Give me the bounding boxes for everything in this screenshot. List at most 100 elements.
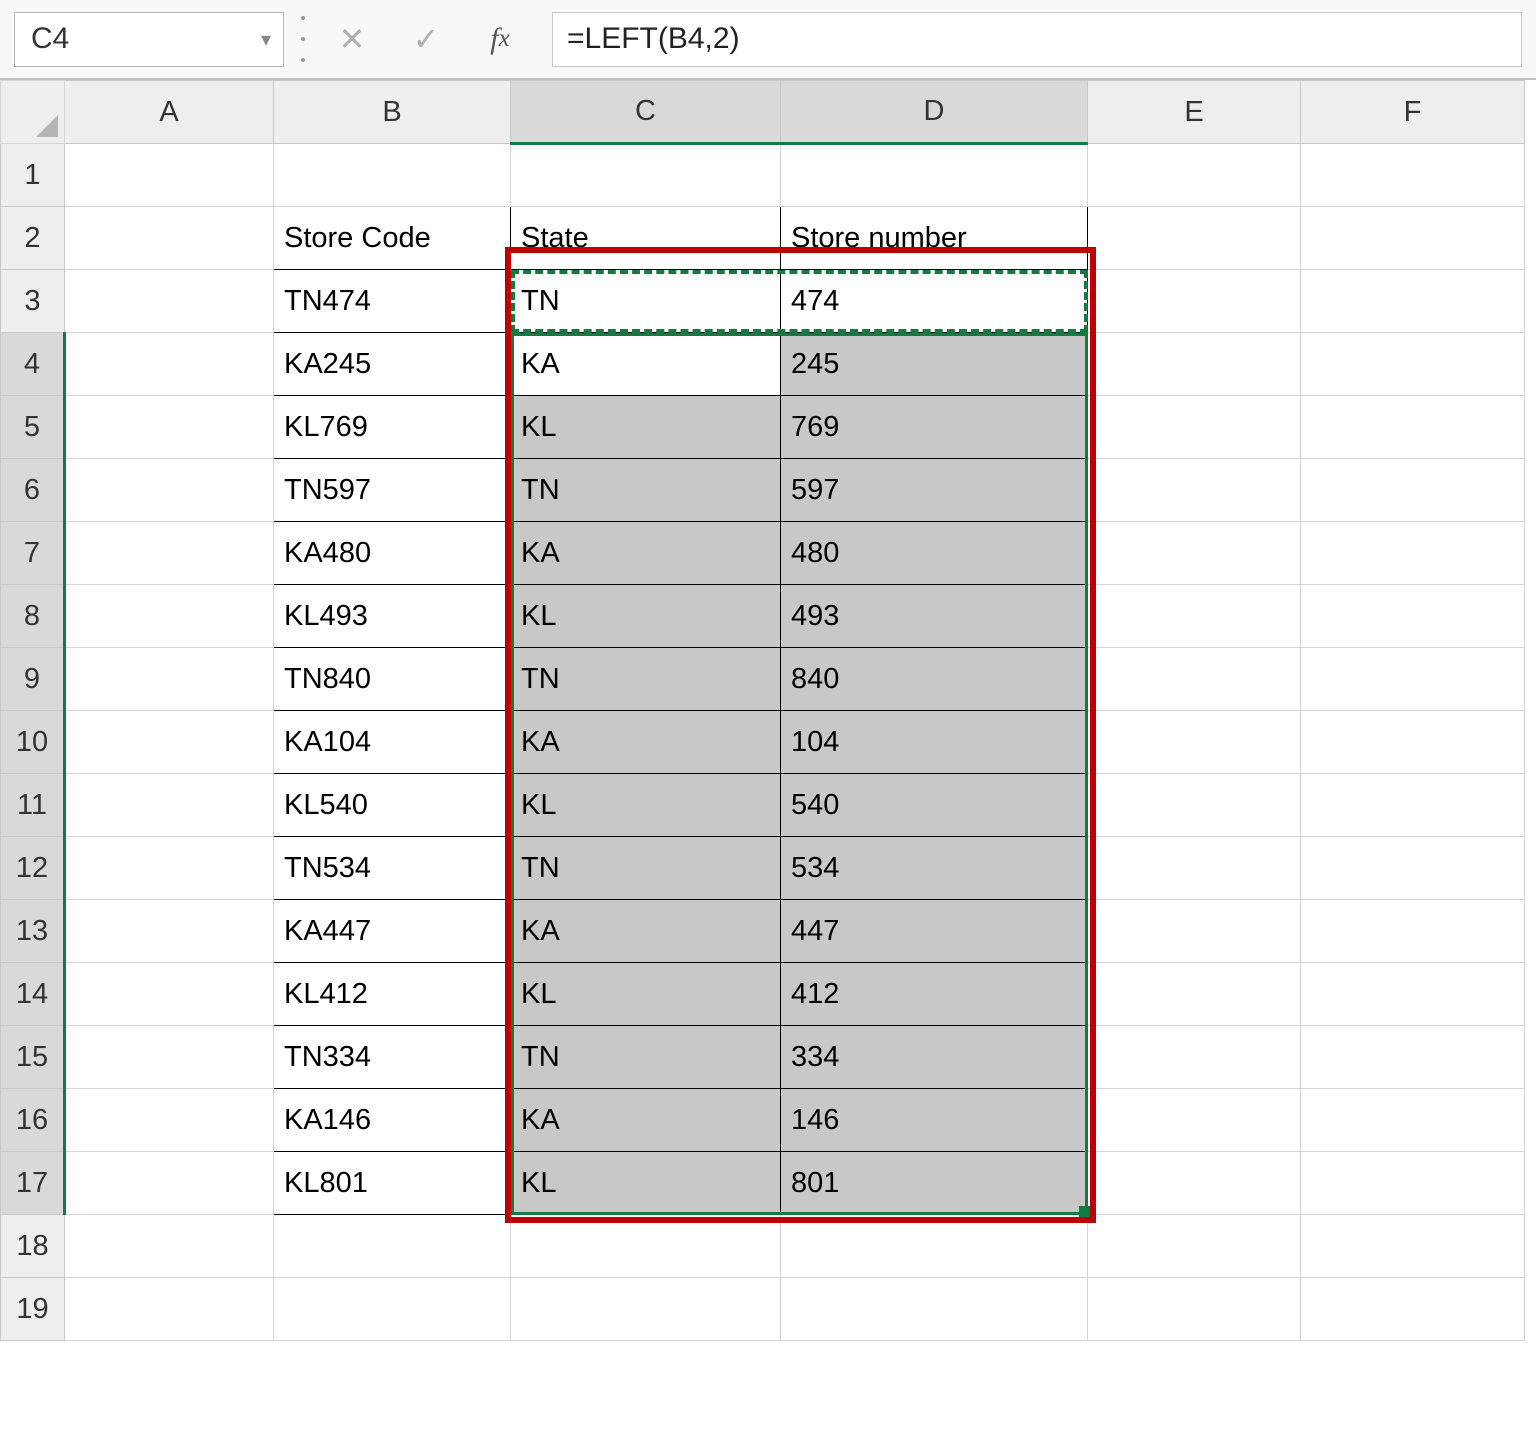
cell-E19[interactable]: [1088, 1278, 1301, 1341]
cell-B17[interactable]: KL801: [274, 1152, 511, 1215]
row-header-15[interactable]: 15: [1, 1026, 65, 1089]
cell-A1[interactable]: [65, 144, 274, 207]
row-header-16[interactable]: 16: [1, 1089, 65, 1152]
cell-B15[interactable]: TN334: [274, 1026, 511, 1089]
cell-A2[interactable]: [65, 207, 274, 270]
row-header-18[interactable]: 18: [1, 1215, 65, 1278]
cell-F2[interactable]: [1301, 207, 1525, 270]
cell-E4[interactable]: [1088, 333, 1301, 396]
row-header-5[interactable]: 5: [1, 396, 65, 459]
cell-D2[interactable]: Store number: [781, 207, 1088, 270]
cell-F5[interactable]: [1301, 396, 1525, 459]
row-header-8[interactable]: 8: [1, 585, 65, 648]
accept-formula-button[interactable]: ✓: [396, 12, 456, 67]
row-header-10[interactable]: 10: [1, 711, 65, 774]
cell-C1[interactable]: [511, 144, 781, 207]
cell-B3[interactable]: TN474: [274, 270, 511, 333]
cell-D1[interactable]: [781, 144, 1088, 207]
cell-E10[interactable]: [1088, 711, 1301, 774]
cancel-formula-button[interactable]: ✕: [322, 12, 382, 67]
cell-F18[interactable]: [1301, 1215, 1525, 1278]
cell-C15[interactable]: TN: [511, 1026, 781, 1089]
cell-A18[interactable]: [65, 1215, 274, 1278]
cell-A11[interactable]: [65, 774, 274, 837]
spreadsheet[interactable]: A B C D E F 12Store CodeStateStore numbe…: [0, 80, 1536, 1341]
cell-B9[interactable]: TN840: [274, 648, 511, 711]
cell-C13[interactable]: KA: [511, 900, 781, 963]
cell-E2[interactable]: [1088, 207, 1301, 270]
cell-C6[interactable]: TN: [511, 459, 781, 522]
cell-F14[interactable]: [1301, 963, 1525, 1026]
row-header-7[interactable]: 7: [1, 522, 65, 585]
cell-F10[interactable]: [1301, 711, 1525, 774]
cell-E11[interactable]: [1088, 774, 1301, 837]
cell-D10[interactable]: 104: [781, 711, 1088, 774]
cell-B7[interactable]: KA480: [274, 522, 511, 585]
cell-E7[interactable]: [1088, 522, 1301, 585]
col-header-E[interactable]: E: [1088, 81, 1301, 144]
cell-F17[interactable]: [1301, 1152, 1525, 1215]
cell-C2[interactable]: State: [511, 207, 781, 270]
cell-C8[interactable]: KL: [511, 585, 781, 648]
cell-D6[interactable]: 597: [781, 459, 1088, 522]
cell-E13[interactable]: [1088, 900, 1301, 963]
cell-E3[interactable]: [1088, 270, 1301, 333]
cell-D4[interactable]: 245: [781, 333, 1088, 396]
cell-E6[interactable]: [1088, 459, 1301, 522]
cell-B8[interactable]: KL493: [274, 585, 511, 648]
cell-C3[interactable]: TN: [511, 270, 781, 333]
cell-B14[interactable]: KL412: [274, 963, 511, 1026]
row-header-11[interactable]: 11: [1, 774, 65, 837]
cell-B10[interactable]: KA104: [274, 711, 511, 774]
cell-B2[interactable]: Store Code: [274, 207, 511, 270]
cell-C12[interactable]: TN: [511, 837, 781, 900]
cell-D14[interactable]: 412: [781, 963, 1088, 1026]
cell-D17[interactable]: 801: [781, 1152, 1088, 1215]
row-header-13[interactable]: 13: [1, 900, 65, 963]
dropdown-icon[interactable]: ▾: [261, 27, 271, 52]
cell-A16[interactable]: [65, 1089, 274, 1152]
cell-C9[interactable]: TN: [511, 648, 781, 711]
cell-D12[interactable]: 534: [781, 837, 1088, 900]
cell-E18[interactable]: [1088, 1215, 1301, 1278]
row-header-1[interactable]: 1: [1, 144, 65, 207]
cell-E9[interactable]: [1088, 648, 1301, 711]
cell-B13[interactable]: KA447: [274, 900, 511, 963]
cell-A7[interactable]: [65, 522, 274, 585]
cell-C5[interactable]: KL: [511, 396, 781, 459]
col-header-D[interactable]: D: [781, 81, 1088, 144]
cell-F16[interactable]: [1301, 1089, 1525, 1152]
cell-C19[interactable]: [511, 1278, 781, 1341]
cell-D3[interactable]: 474: [781, 270, 1088, 333]
cell-C4[interactable]: KA: [511, 333, 781, 396]
cell-D5[interactable]: 769: [781, 396, 1088, 459]
cell-E8[interactable]: [1088, 585, 1301, 648]
cell-C10[interactable]: KA: [511, 711, 781, 774]
cell-B11[interactable]: KL540: [274, 774, 511, 837]
cell-D9[interactable]: 840: [781, 648, 1088, 711]
row-header-6[interactable]: 6: [1, 459, 65, 522]
row-header-3[interactable]: 3: [1, 270, 65, 333]
cell-A3[interactable]: [65, 270, 274, 333]
cell-B18[interactable]: [274, 1215, 511, 1278]
cell-F3[interactable]: [1301, 270, 1525, 333]
cell-F13[interactable]: [1301, 900, 1525, 963]
cell-F12[interactable]: [1301, 837, 1525, 900]
cell-A15[interactable]: [65, 1026, 274, 1089]
cell-F8[interactable]: [1301, 585, 1525, 648]
cell-E14[interactable]: [1088, 963, 1301, 1026]
cell-D8[interactable]: 493: [781, 585, 1088, 648]
cell-E16[interactable]: [1088, 1089, 1301, 1152]
cell-F11[interactable]: [1301, 774, 1525, 837]
cell-C11[interactable]: KL: [511, 774, 781, 837]
cell-F19[interactable]: [1301, 1278, 1525, 1341]
cell-D16[interactable]: 146: [781, 1089, 1088, 1152]
cell-C7[interactable]: KA: [511, 522, 781, 585]
cell-A13[interactable]: [65, 900, 274, 963]
row-header-2[interactable]: 2: [1, 207, 65, 270]
row-header-4[interactable]: 4: [1, 333, 65, 396]
col-header-B[interactable]: B: [274, 81, 511, 144]
cell-A9[interactable]: [65, 648, 274, 711]
cell-A5[interactable]: [65, 396, 274, 459]
cell-D7[interactable]: 480: [781, 522, 1088, 585]
